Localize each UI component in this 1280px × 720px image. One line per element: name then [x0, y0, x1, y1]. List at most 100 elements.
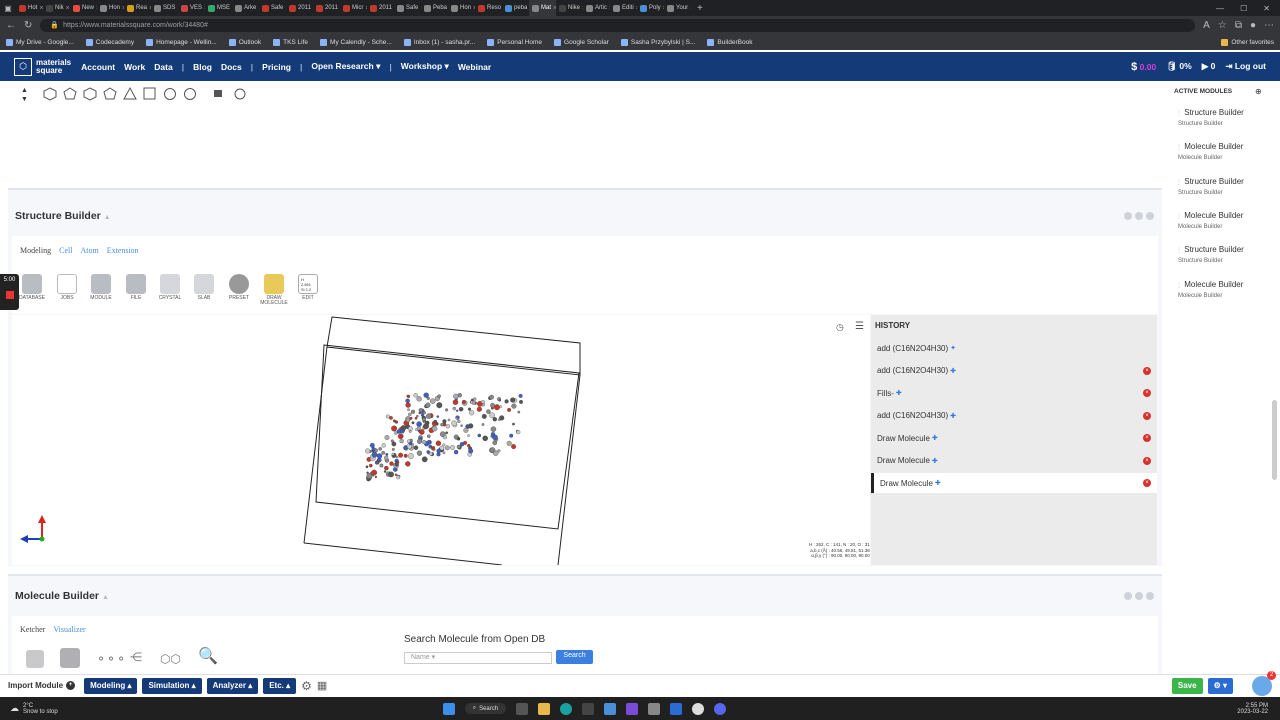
bookmark-item[interactable]: My Calendly - Sche...	[320, 38, 392, 46]
chrome-icon[interactable]	[692, 702, 705, 715]
app-icon[interactable]	[626, 702, 639, 715]
browser-tab[interactable]: 2011×	[286, 0, 313, 16]
discord-icon[interactable]	[714, 702, 727, 715]
bookmark-item[interactable]: Homepage - Wellin...	[146, 38, 217, 46]
nav-data[interactable]: Data	[154, 62, 172, 72]
drag-handle-icon[interactable]: ⋮	[1176, 145, 1182, 151]
db-icon[interactable]	[26, 650, 44, 668]
active-module-item[interactable]: ⋮ Molecule Builder Molecule Builder	[1176, 280, 1243, 299]
search-field-select[interactable]: Name ▾	[404, 652, 552, 664]
active-module-item[interactable]: ⋮ Molecule Builder Molecule Builder	[1176, 142, 1243, 161]
active-module-item[interactable]: ⋮ Structure Builder Structure Builder	[1176, 245, 1244, 264]
nav-docs[interactable]: Docs	[221, 62, 242, 72]
extensions-icon[interactable]: ⧉	[1235, 20, 1242, 31]
drag-handle-icon[interactable]: ⋮	[1176, 283, 1182, 289]
jobs-tool[interactable]: JOBS	[52, 274, 82, 301]
logout-button[interactable]: ⇥ Log out	[1225, 61, 1266, 72]
taskbar-search[interactable]: ⌕ Search	[464, 703, 507, 714]
pin-icon[interactable]: ✚	[935, 479, 941, 487]
settings-icon[interactable]	[648, 702, 661, 715]
reader-icon[interactable]: A	[1203, 20, 1210, 31]
browser-tab[interactable]: Your×	[664, 0, 691, 16]
tab-visualizer[interactable]: Visualizer	[53, 625, 85, 634]
pin-icon[interactable]: ✚	[932, 457, 938, 465]
history-item[interactable]: Fills- ✚ ×	[871, 383, 1157, 403]
nav-pricing[interactable]: Pricing	[262, 62, 291, 72]
browser-tab[interactable]: 2011×	[367, 0, 394, 16]
bookmark-item[interactable]: Outlook	[228, 38, 261, 46]
minimize-icon[interactable]: —	[1216, 4, 1224, 13]
browser-tab[interactable]: Artic×	[583, 0, 610, 16]
modeling-menu-button[interactable]: Modeling ▴	[84, 677, 138, 694]
bookmark-item[interactable]: Inbox (1) - sasha.pr...	[403, 38, 475, 46]
browser-tab[interactable]: Peba×	[421, 0, 448, 16]
clock[interactable]: 2:55 PM 2023-03-22	[1237, 703, 1280, 715]
drag-handle-icon[interactable]: ⋮	[1176, 214, 1182, 220]
delete-icon[interactable]: ×	[1143, 389, 1151, 397]
stop-icon[interactable]	[5, 291, 14, 299]
help-icon[interactable]	[1124, 592, 1132, 600]
history-item[interactable]: Draw Molecule ✚ ×	[871, 451, 1157, 471]
close-panel-icon[interactable]	[1146, 212, 1154, 220]
preset-tool[interactable]: PRESET	[224, 274, 254, 301]
edit-tool[interactable]: H 2.891 Si 1.2 EDIT	[293, 274, 323, 301]
browser-tab[interactable]: Arke×	[232, 0, 259, 16]
browser-tab[interactable]: Nik ×	[43, 0, 70, 16]
file-tool[interactable]: FILE	[121, 274, 151, 301]
bookmark-item[interactable]: TKS Life	[273, 38, 308, 46]
nav-workshop[interactable]: Workshop ▾	[401, 61, 449, 72]
storage-usage[interactable]: 🛢 0%	[1166, 61, 1191, 72]
browser-tab[interactable]: New×	[70, 0, 97, 16]
browser-tab[interactable]: Micr×	[340, 0, 367, 16]
refresh-icon[interactable]: ↻	[24, 20, 32, 31]
slab-tool[interactable]: SLAB	[189, 274, 219, 301]
store-icon[interactable]	[582, 702, 595, 715]
tab-modeling[interactable]: Modeling	[20, 246, 51, 255]
search-structure-icon[interactable]: 🔍	[198, 646, 218, 666]
browser-tab[interactable]: VES×	[178, 0, 205, 16]
browser-tab[interactable]: 2011×	[313, 0, 340, 16]
browser-tab[interactable]: Mat ×	[529, 0, 556, 16]
tab-atom[interactable]: Atom	[80, 246, 98, 255]
recording-widget[interactable]: 5:00	[0, 274, 19, 310]
history-item[interactable]: Draw Molecule ✚ ×	[871, 428, 1157, 448]
browser-tab[interactable]: Editi×	[610, 0, 637, 16]
page-scrollbar[interactable]	[1272, 400, 1277, 480]
reset-view-icon[interactable]: ◷	[836, 322, 844, 333]
bookmark-item[interactable]: Personal Home	[487, 38, 542, 46]
analyzer-menu-button[interactable]: Analyzer ▴	[206, 677, 259, 694]
minimize-panel-icon[interactable]	[1135, 592, 1143, 600]
close-panel-icon[interactable]	[1146, 592, 1154, 600]
history-item[interactable]: Draw Molecule ✚ ×	[871, 473, 1157, 493]
nav-account[interactable]: Account	[81, 62, 115, 72]
back-icon[interactable]: ←	[6, 20, 16, 31]
delete-icon[interactable]: ×	[1143, 479, 1151, 487]
nav-blog[interactable]: Blog	[193, 62, 212, 72]
file-explorer-icon[interactable]	[538, 702, 551, 715]
save-button[interactable]: Save	[1171, 677, 1203, 694]
bookmark-item[interactable]: Sasha Przybylski | S...	[620, 38, 695, 46]
nav-webinar[interactable]: Webinar	[458, 62, 491, 72]
browser-tab[interactable]: Rea×	[124, 0, 151, 16]
browser-tab[interactable]: Reso×	[475, 0, 502, 16]
browser-tab[interactable]: Poly×	[637, 0, 664, 16]
list-icon[interactable]: ☰	[855, 321, 864, 332]
credits[interactable]: $ 0.00	[1131, 61, 1156, 73]
new-tab-icon[interactable]: +	[691, 3, 709, 14]
history-item[interactable]: add (C16N2O4H30) ✚ ×	[871, 406, 1157, 426]
pin-icon[interactable]: ✚	[932, 434, 938, 442]
import-module-button[interactable]: Import Module +	[8, 681, 76, 690]
other-favorites[interactable]: Other favorites	[1221, 38, 1274, 46]
delete-icon[interactable]: ×	[1143, 411, 1151, 420]
tab-actions-icon[interactable]: ▣	[0, 0, 16, 16]
address-bar[interactable]: 🔒 https://www.materialssquare.com/work/3…	[40, 18, 1196, 32]
pin-icon[interactable]: ✚	[950, 412, 956, 420]
chat-support-icon[interactable]: 2	[1252, 670, 1276, 696]
browser-tab[interactable]: peba×	[502, 0, 529, 16]
help-icon[interactable]	[1124, 212, 1132, 220]
database-tool[interactable]: DATABASE	[17, 274, 47, 301]
history-item[interactable]: add (C16N2O4H30) ✦	[871, 338, 1157, 358]
drag-handle-icon[interactable]: ⋮	[1176, 111, 1182, 117]
file-icon[interactable]	[60, 648, 80, 668]
bookmark-item[interactable]: Google Scholar	[554, 38, 609, 46]
